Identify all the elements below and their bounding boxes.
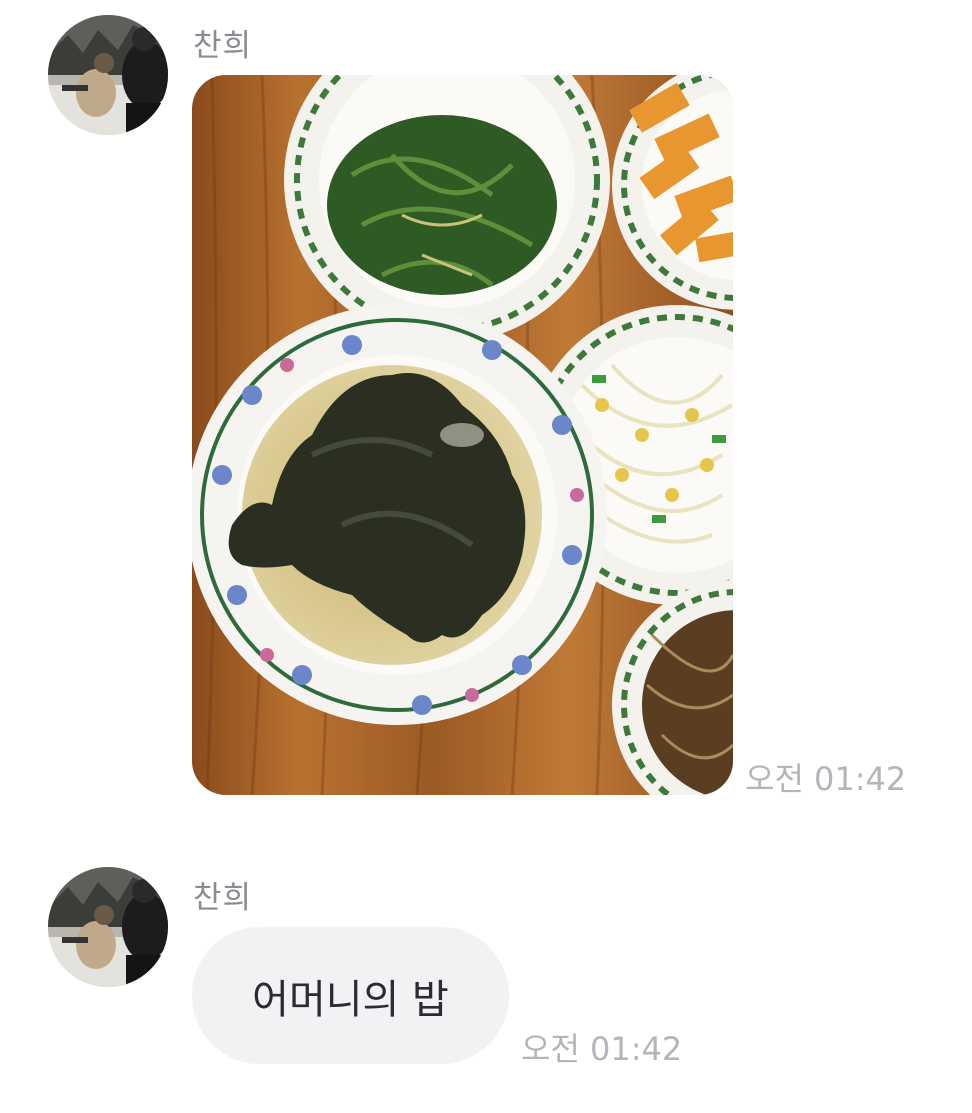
sender-avatar[interactable] <box>48 15 168 135</box>
message-text: 어머니의 밥 <box>252 976 449 1023</box>
message-timestamp: 오전 01:42 <box>745 760 907 798</box>
food-photo[interactable] <box>192 75 733 795</box>
food-photo-image <box>192 75 733 795</box>
message-timestamp: 오전 01:42 <box>521 1030 683 1068</box>
sender-avatar[interactable] <box>48 867 168 987</box>
avatar-photo <box>48 867 168 987</box>
sender-name: 찬희 <box>193 880 253 916</box>
sender-name: 찬희 <box>193 28 253 64</box>
message-bubble[interactable]: 어머니의 밥 <box>192 927 509 1064</box>
avatar-photo <box>48 15 168 135</box>
